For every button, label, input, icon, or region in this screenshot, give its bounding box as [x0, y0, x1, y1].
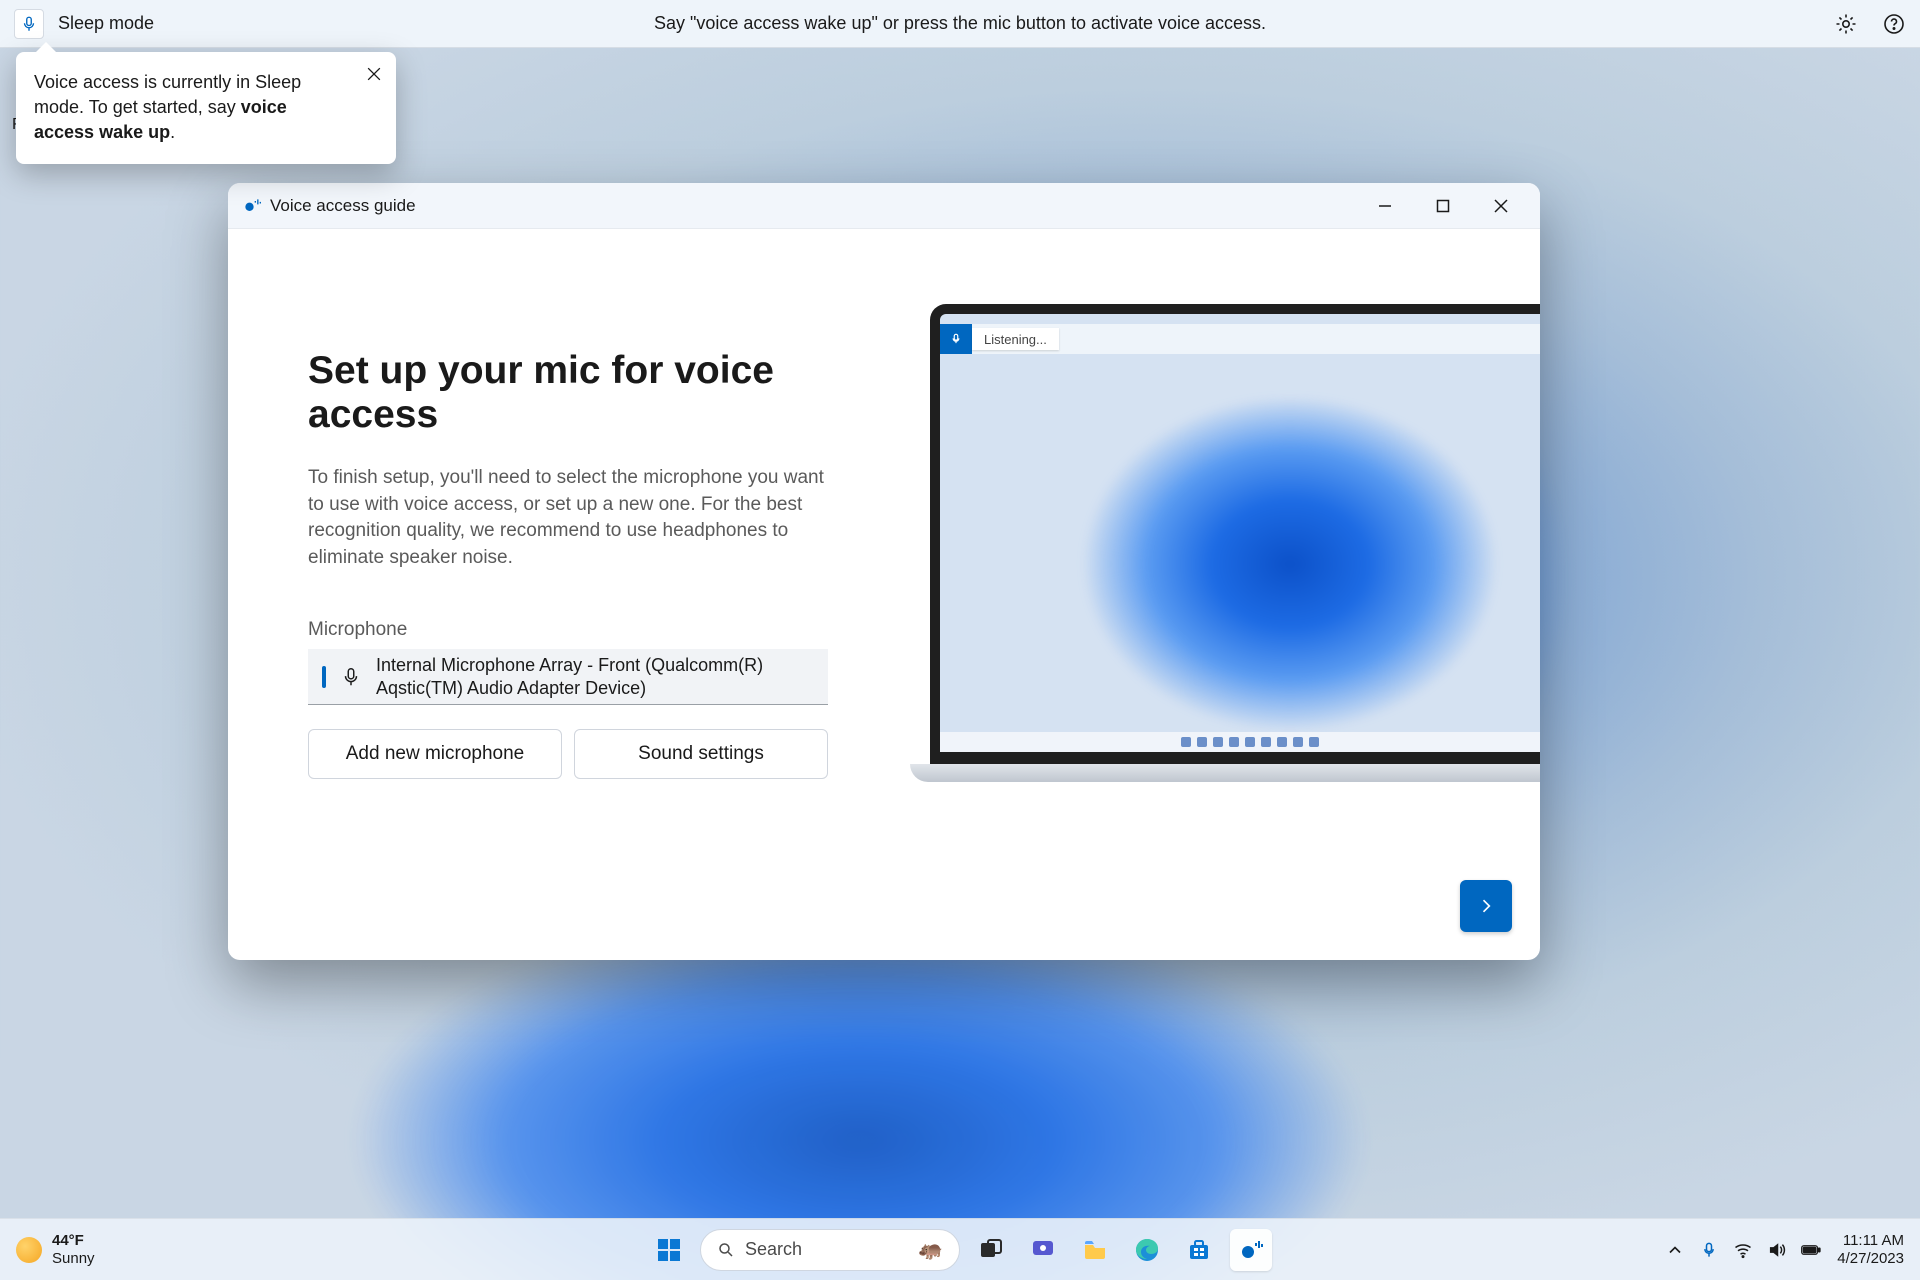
close-icon	[364, 64, 384, 84]
mic-icon	[340, 666, 362, 688]
wifi-icon	[1733, 1240, 1753, 1260]
start-button[interactable]	[648, 1229, 690, 1271]
task-view-icon	[978, 1237, 1004, 1263]
guide-description: To finish setup, you'll need to select t…	[308, 465, 828, 571]
voice-access-help-button[interactable]	[1882, 12, 1906, 36]
next-button[interactable]	[1460, 880, 1512, 932]
weather-sun-icon	[16, 1237, 42, 1263]
help-icon	[1882, 12, 1906, 36]
microphone-selector[interactable]: Internal Microphone Array - Front (Qualc…	[308, 649, 828, 705]
voice-access-settings-button[interactable]	[1834, 12, 1858, 36]
voice-access-sleep-popup: Voice access is currently in Sleep mode.…	[16, 52, 396, 164]
battery-icon	[1801, 1240, 1821, 1260]
search-highlight-icon: 🦛	[918, 1237, 943, 1262]
voice-access-app-icon	[242, 196, 262, 216]
illus-mic-icon	[940, 324, 972, 354]
voice-access-mic-button[interactable]	[14, 9, 44, 39]
voice-access-icon	[1238, 1237, 1264, 1263]
folder-icon	[1082, 1237, 1108, 1263]
task-view-button[interactable]	[970, 1229, 1012, 1271]
taskbar-weather-widget[interactable]: 44°F Sunny	[16, 1232, 95, 1267]
taskbar-clock[interactable]: 11:11 AM 4/27/2023	[1837, 1232, 1904, 1267]
tray-battery-icon[interactable]	[1801, 1240, 1821, 1260]
voice-access-guide-window: Voice access guide Set up your mic for v…	[228, 183, 1540, 960]
volume-icon	[1767, 1240, 1787, 1260]
taskbar-time: 11:11 AM	[1843, 1232, 1904, 1249]
guide-heading: Set up your mic for voice access	[308, 349, 828, 437]
sound-settings-button[interactable]: Sound settings	[574, 729, 828, 779]
popup-close-button[interactable]	[364, 64, 384, 84]
guide-titlebar[interactable]: Voice access guide	[228, 183, 1540, 229]
guide-illustration: Listening...	[868, 229, 1540, 960]
taskbar-search[interactable]: Search 🦛	[700, 1229, 960, 1271]
tray-overflow-button[interactable]	[1665, 1240, 1685, 1260]
weather-temp: 44°F	[52, 1232, 95, 1249]
taskbar-voice-access-button[interactable]	[1230, 1229, 1272, 1271]
close-icon	[1494, 199, 1508, 213]
chevron-right-icon	[1476, 896, 1496, 916]
window-minimize-button[interactable]	[1356, 183, 1414, 229]
maximize-icon	[1436, 199, 1450, 213]
add-microphone-button[interactable]: Add new microphone	[308, 729, 562, 779]
microphone-label: Microphone	[308, 619, 828, 641]
taskbar-edge-button[interactable]	[1126, 1229, 1168, 1271]
gear-icon	[1834, 12, 1858, 36]
store-icon	[1186, 1237, 1212, 1263]
edge-icon	[1134, 1237, 1160, 1263]
taskbar-chat-button[interactable]	[1022, 1229, 1064, 1271]
guide-title-text: Voice access guide	[270, 196, 416, 216]
minimize-icon	[1378, 199, 1392, 213]
weather-condition: Sunny	[52, 1250, 95, 1267]
popup-text: Voice access is currently in Sleep mode.…	[34, 72, 301, 142]
taskbar: 44°F Sunny Search 🦛 11:11 AM 4/27/20	[0, 1218, 1920, 1280]
illus-listening-text: Listening...	[972, 328, 1059, 350]
chevron-up-icon	[1665, 1240, 1685, 1260]
tray-wifi-icon[interactable]	[1733, 1240, 1753, 1260]
window-maximize-button[interactable]	[1414, 183, 1472, 229]
tray-mic-icon[interactable]	[1699, 1240, 1719, 1260]
windows-logo-icon	[656, 1237, 682, 1263]
tray-volume-icon[interactable]	[1767, 1240, 1787, 1260]
search-icon	[717, 1241, 735, 1259]
window-close-button[interactable]	[1472, 183, 1530, 229]
taskbar-date: 4/27/2023	[1837, 1250, 1904, 1267]
voice-access-status: Sleep mode	[58, 13, 154, 34]
mic-icon	[20, 15, 38, 33]
chat-icon	[1030, 1237, 1056, 1263]
active-indicator	[322, 666, 326, 688]
voice-access-bar: Sleep mode Say "voice access wake up" or…	[0, 0, 1920, 48]
taskbar-explorer-button[interactable]	[1074, 1229, 1116, 1271]
taskbar-store-button[interactable]	[1178, 1229, 1220, 1271]
search-placeholder: Search	[745, 1239, 802, 1260]
microphone-selected-name: Internal Microphone Array - Front (Qualc…	[376, 654, 814, 699]
voice-access-hint: Say "voice access wake up" or press the …	[0, 13, 1920, 34]
